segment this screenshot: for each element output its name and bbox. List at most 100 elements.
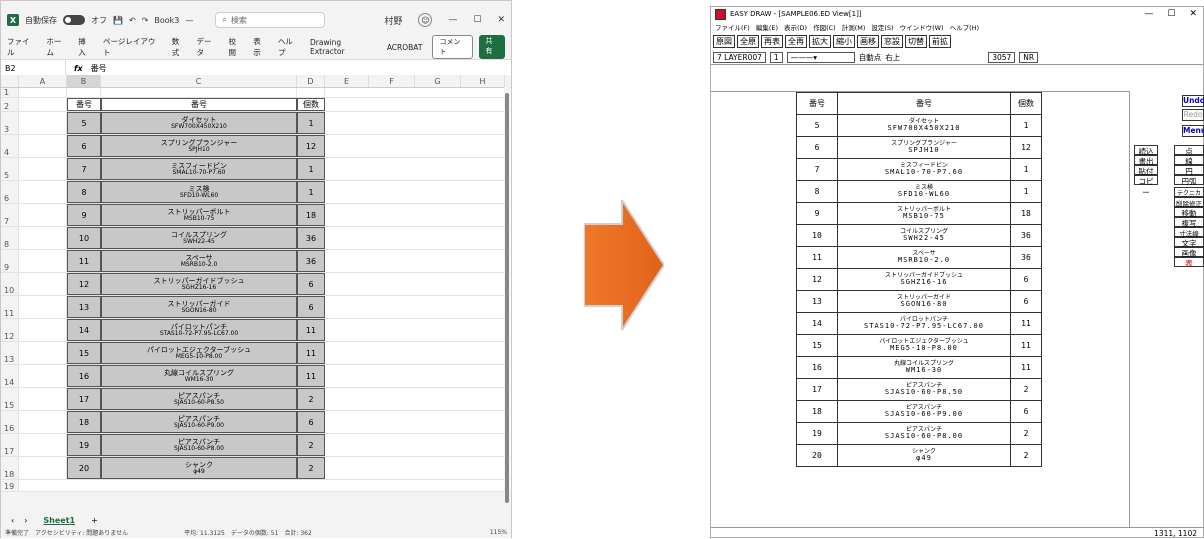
column-header[interactable]: H	[461, 75, 505, 87]
tool-button[interactable]: 窓設	[881, 34, 903, 48]
row-header[interactable]: 11	[1, 296, 19, 318]
cell-name[interactable]: ピアスパンチ SJAS10-60-P9.00	[101, 411, 297, 433]
cell-no[interactable]: 12	[67, 273, 101, 295]
formula-input[interactable]: 番号	[91, 63, 107, 74]
save-icon[interactable]: 💾	[113, 16, 123, 25]
cell-name[interactable]: シャンク φ49	[101, 457, 297, 479]
cell-name[interactable]: ストリッパーボルト MSB10-75	[101, 204, 297, 226]
row-header[interactable]: 12	[1, 319, 19, 341]
row-header[interactable]: 14	[1, 365, 19, 387]
column-header[interactable]: A	[19, 75, 67, 87]
add-sheet-icon[interactable]: +	[91, 516, 98, 525]
menu-measure[interactable]: 計測(M)	[842, 22, 866, 32]
column-header[interactable]: C	[101, 75, 297, 87]
cell-name[interactable]: ピアスパンチ SJAS10-60-P8.00	[101, 434, 297, 456]
column-header[interactable]: E	[325, 75, 369, 87]
technical-button[interactable]: テクニカル	[1174, 187, 1204, 206]
cell-name[interactable]: ミスフィードピン SMAL10-70-P7.60	[101, 158, 297, 180]
undo-button[interactable]: Undo	[1182, 95, 1204, 107]
row-header[interactable]: 17	[1, 434, 19, 456]
line-type-select[interactable]: ———▾	[786, 51, 855, 63]
menu-help[interactable]: ヘルプ(H)	[950, 22, 979, 32]
minimize-icon[interactable]: —	[448, 15, 457, 25]
cell-name[interactable]: ピアスパンチ SJAS10-60-P8.50	[101, 388, 297, 410]
row-header[interactable]: 5	[1, 158, 19, 180]
maximize-icon[interactable]: ☐	[473, 15, 481, 25]
cell-count[interactable]: 6	[297, 411, 325, 433]
cell-no[interactable]: 13	[67, 296, 101, 318]
header-name[interactable]: 番号	[101, 98, 297, 111]
maximize-icon[interactable]: ☐	[1167, 9, 1175, 19]
search-box[interactable]: ⌕ 検索	[215, 12, 326, 28]
share-button[interactable]: 共有	[479, 35, 506, 59]
tool-button[interactable]: 全再	[785, 34, 807, 48]
menu-file[interactable]: ファイル(F)	[715, 22, 750, 32]
circle-button[interactable]: 円	[1174, 165, 1204, 176]
cell-no[interactable]: 20	[67, 457, 101, 479]
drawing-canvas[interactable]: 番号 番号 個数 5 ダイセット SFW700X450X210 1 6 スプリングプランジ…	[711, 91, 1129, 528]
tool-button[interactable]: 切替	[905, 34, 927, 48]
copy-button[interactable]: コピー	[1134, 175, 1158, 197]
cell-count[interactable]: 1	[297, 158, 325, 180]
cell-count[interactable]: 2	[297, 434, 325, 456]
tab-formulas[interactable]: 数式	[172, 36, 187, 58]
header-count[interactable]: 個数	[297, 98, 325, 111]
tab-file[interactable]: ファイル	[7, 36, 36, 58]
row-header[interactable]: 15	[1, 388, 19, 410]
table-button[interactable]: 表	[1174, 257, 1204, 268]
column-header[interactable]: F	[369, 75, 415, 87]
avatar-icon[interactable]: ☺	[418, 13, 433, 27]
row-header[interactable]: 18	[1, 457, 19, 479]
tool-button[interactable]: 再表	[761, 34, 783, 48]
menu-settings[interactable]: 設定(S)	[871, 22, 893, 32]
cell-no[interactable]: 10	[67, 227, 101, 249]
tool-button[interactable]: 画移	[857, 34, 879, 48]
tab-acrobat[interactable]: ACROBAT	[387, 43, 423, 52]
next-sheet-icon[interactable]: ›	[24, 516, 27, 525]
autosave-toggle[interactable]	[63, 15, 85, 25]
row-header[interactable]: 4	[1, 135, 19, 157]
menu-draw[interactable]: 作図(C)	[813, 22, 836, 32]
close-icon[interactable]: ✕	[497, 15, 505, 25]
nr-label[interactable]: NR	[1019, 51, 1039, 63]
arc-button[interactable]: 円弧	[1174, 175, 1204, 186]
menu-edit[interactable]: 編集(E)	[756, 22, 778, 32]
cell-count[interactable]: 6	[297, 273, 325, 295]
cell-count[interactable]: 12	[297, 135, 325, 157]
duplicate-button[interactable]: 複写	[1174, 217, 1204, 228]
cell-name[interactable]: ストリッパーガイドブッシュ SGHZ16-16	[101, 273, 297, 295]
tab-home[interactable]: ホーム	[46, 36, 68, 58]
export-button[interactable]: 書出	[1134, 155, 1158, 166]
fx-icon[interactable]: fx	[66, 64, 91, 73]
cell-count[interactable]: 11	[297, 342, 325, 364]
load-button[interactable]: 読込	[1134, 145, 1158, 156]
image-button[interactable]: 画像	[1174, 247, 1204, 258]
cell-count[interactable]: 2	[297, 457, 325, 479]
row-header[interactable]: 13	[1, 342, 19, 364]
tool-button[interactable]: 前拡	[929, 34, 951, 48]
tab-review[interactable]: 校閲	[229, 36, 244, 58]
tool-button[interactable]: 拡大	[809, 34, 831, 48]
row-header[interactable]: 7	[1, 204, 19, 226]
align-label[interactable]: 右上	[885, 52, 900, 63]
cell-count[interactable]: 2	[297, 388, 325, 410]
snap-label[interactable]: 自動点	[859, 52, 882, 63]
row-header[interactable]: 1	[1, 88, 19, 97]
cell-no[interactable]: 5	[67, 112, 101, 134]
cell-name[interactable]: パイロットエジェクターブッシュ MEG5-10-P8.00	[101, 342, 297, 364]
point-button[interactable]: 点	[1174, 145, 1204, 156]
cell-no[interactable]: 15	[67, 342, 101, 364]
cell-no[interactable]: 18	[67, 411, 101, 433]
cell-name[interactable]: スプリングプランジャー SPJH10	[101, 135, 297, 157]
row-header[interactable]: 8	[1, 227, 19, 249]
zoom-level[interactable]: 115%	[490, 529, 511, 536]
cell-name[interactable]: コイルスプリング SWH22-45	[101, 227, 297, 249]
menu-view[interactable]: 表示(D)	[784, 22, 807, 32]
cell-no[interactable]: 16	[67, 365, 101, 387]
layer-num-select[interactable]: 1	[769, 51, 783, 63]
cell-count[interactable]: 6	[297, 296, 325, 318]
minimize-icon[interactable]: —	[1144, 9, 1153, 19]
cell-no[interactable]: 7	[67, 158, 101, 180]
prev-sheet-icon[interactable]: ‹	[11, 516, 14, 525]
tool-button[interactable]: 原図	[713, 34, 735, 48]
